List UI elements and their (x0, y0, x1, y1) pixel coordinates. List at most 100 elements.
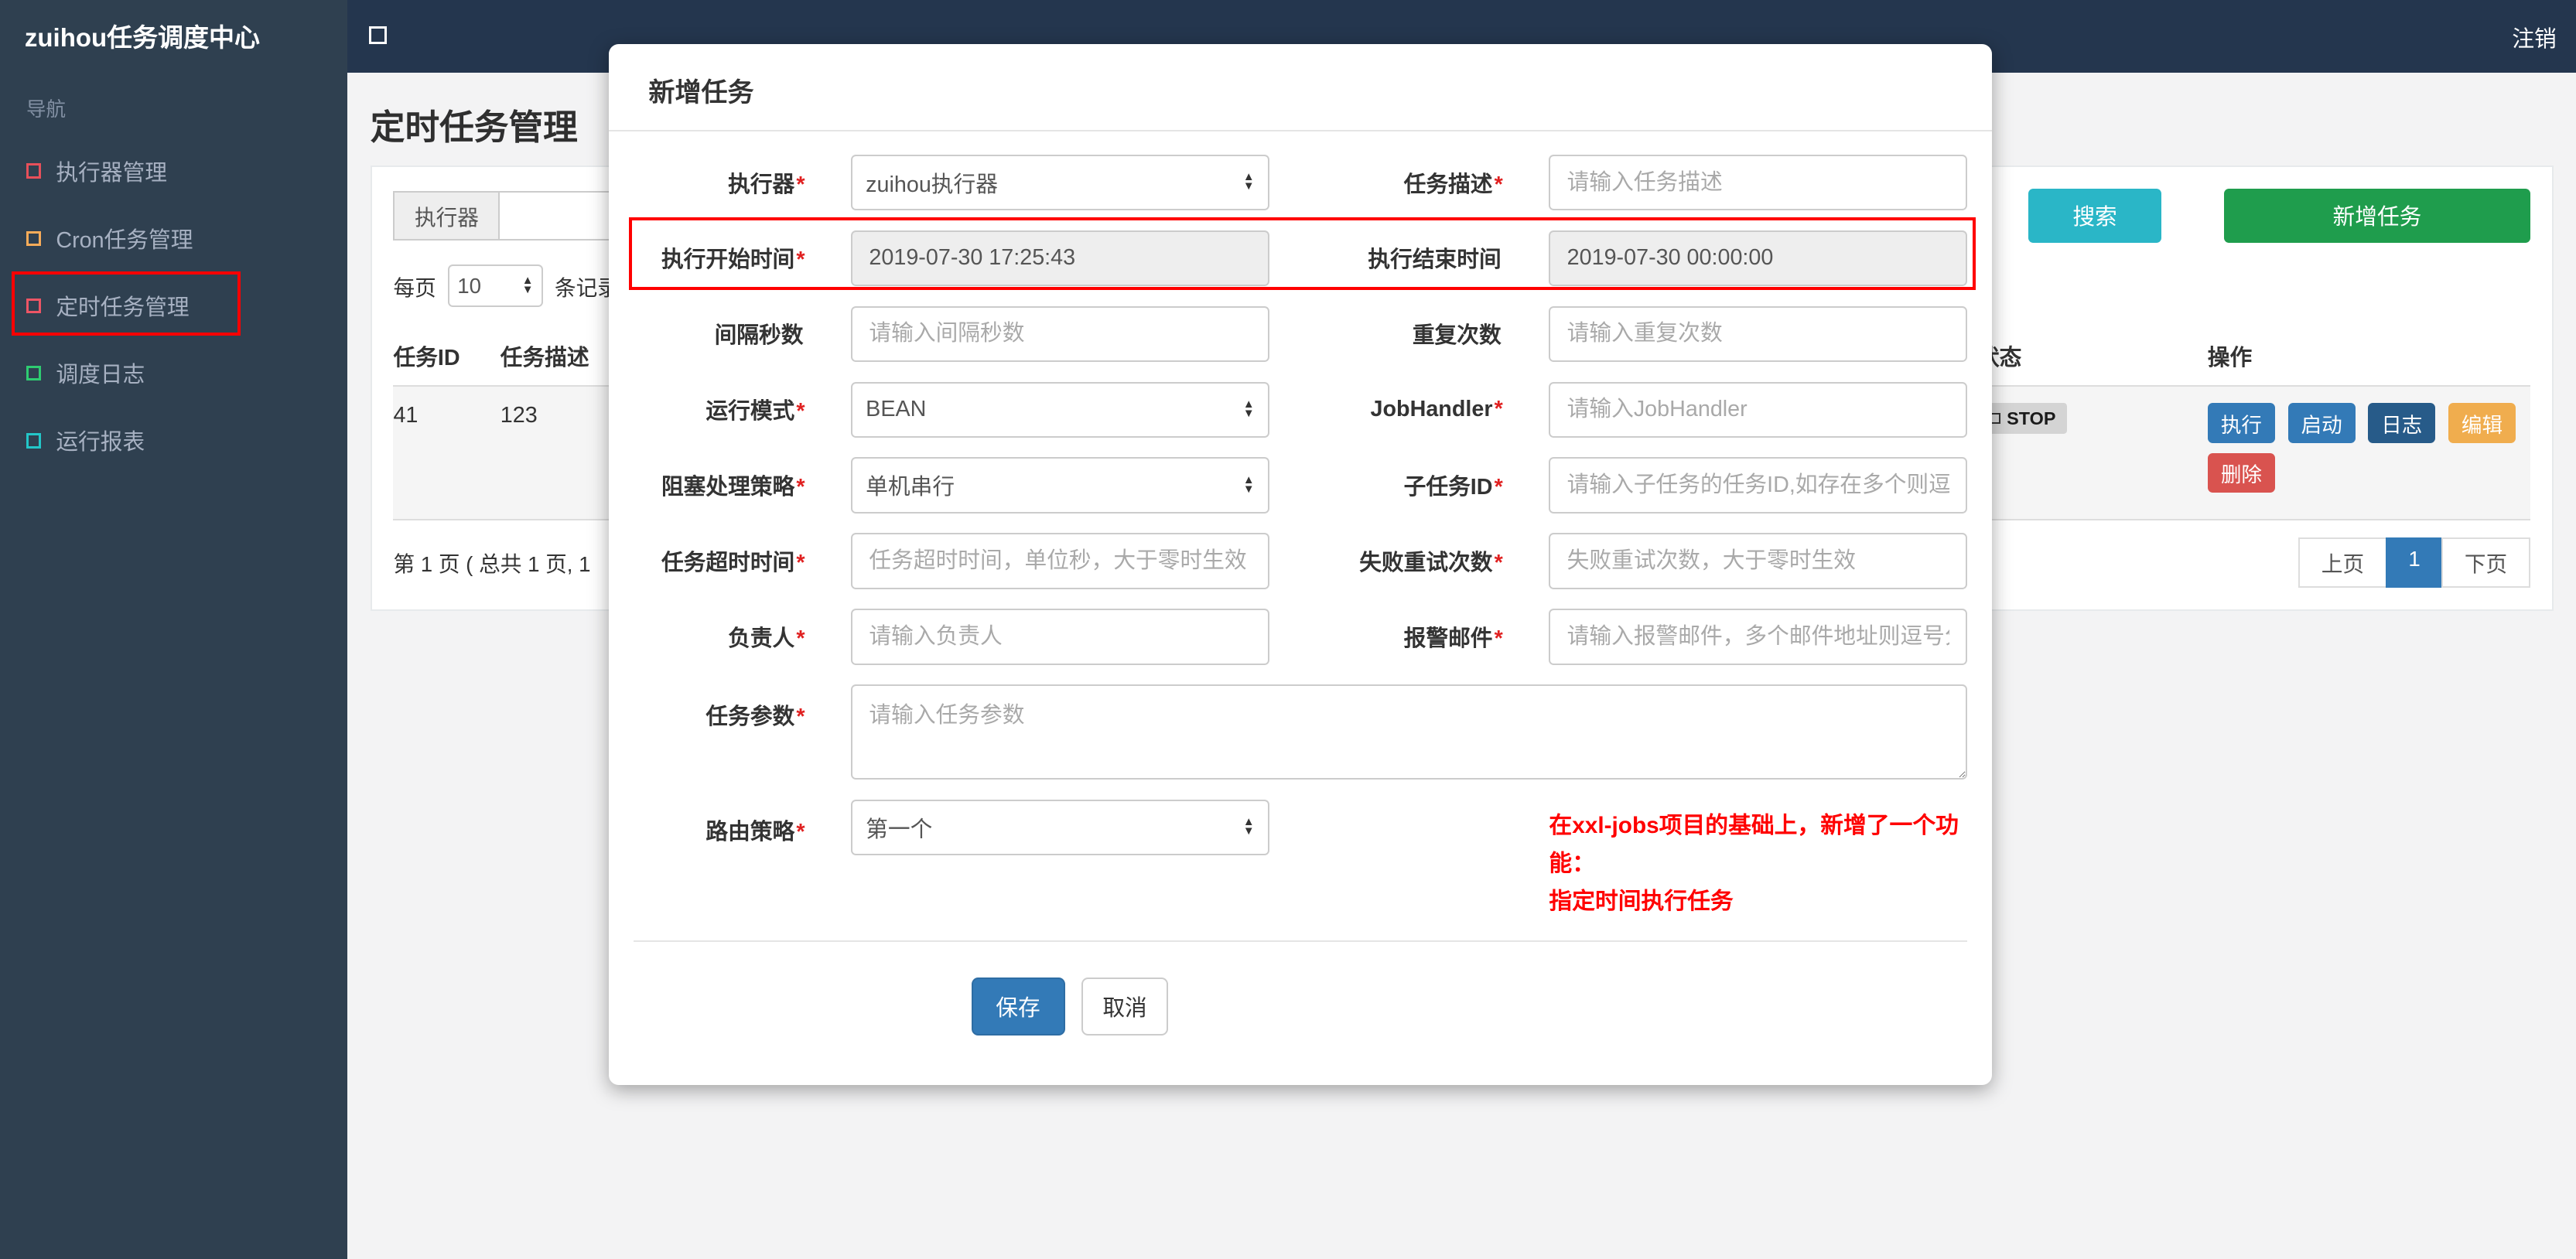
start-time-label: 执行开始时间 * (661, 247, 805, 273)
app-window: zuihou任务调度中心 注销 导航 执行器管理 Cron任务管理 定时任务管理… (0, 0, 2576, 1259)
select-arrows-icon: ▲▼ (1242, 816, 1255, 838)
modal-title: 新增任务 (609, 44, 1992, 132)
jobhandler-label: JobHandler * (1370, 397, 1503, 422)
sidebar-item-label: 执行器管理 (56, 160, 167, 186)
child-job-id-input[interactable] (1549, 457, 1967, 513)
square-icon (26, 298, 42, 314)
sidebar-item-scheduled-task-management[interactable]: 定时任务管理 (0, 272, 347, 339)
form-row: 执行开始时间* 执行结束时间 (609, 230, 1992, 287)
sidebar-item-label: Cron任务管理 (56, 227, 193, 253)
logout-link[interactable]: 注销 (2512, 22, 2556, 53)
delete-button[interactable]: 删除 (2207, 452, 2276, 493)
modal-body: 执行器* zuihou执行器 ▲▼ 任务描述* 执行开始时间* 执行结束时间 间… (609, 131, 1992, 920)
owner-input[interactable] (851, 609, 1269, 665)
per-page-select[interactable]: 10 ▲ ▼ (447, 264, 544, 308)
col-header-status: 状态 (1976, 345, 2022, 370)
end-time-input[interactable] (1549, 230, 1967, 287)
pagination-summary: 第 1 页 ( 总共 1 页, 1 (393, 552, 591, 577)
form-row: 路由策略 * 第一个 ▲ ▼ 在xxl-jobs项目的基础上，新增了一个功能： 指定… (609, 800, 1992, 920)
cancel-button[interactable]: 取消 (1081, 978, 1169, 1036)
owner-label: 负责人 * (728, 626, 805, 651)
sidebar-item-dispatch-log[interactable]: 调度日志 (0, 339, 347, 407)
job-desc-label: 任务描述 * (1403, 172, 1503, 197)
sidebar-item-label: 定时任务管理 (56, 295, 190, 320)
timeout-input[interactable] (851, 533, 1269, 589)
interval-seconds-label: 间隔秒数 (714, 323, 804, 349)
run-mode-select[interactable]: BEAN ▲ ▼ (851, 381, 1269, 438)
modal-footer: 保存 取消 (609, 942, 1992, 1085)
block-strategy-select[interactable]: 单机串行 ▲ ▼ (851, 457, 1269, 513)
square-icon (26, 366, 42, 381)
search-button[interactable]: 搜索 (2028, 188, 2162, 244)
select-value: 10 (457, 273, 482, 298)
sidebar: 导航 执行器管理 Cron任务管理 定时任务管理 调度日志 运行报表 (0, 72, 347, 1259)
child-job-id-label: 子任务ID * (1403, 475, 1503, 500)
col-header-job-id: 任务ID (393, 345, 460, 370)
sidebar-item-label: 调度日志 (56, 363, 145, 388)
edit-button[interactable]: 编辑 (2448, 403, 2516, 443)
sidebar-section-label: 导航 (26, 99, 67, 121)
select-value: 单机串行 (866, 475, 955, 500)
cell-status: STOP (1976, 403, 2208, 434)
run-mode-label: 运行模式 * (705, 399, 805, 425)
square-icon (26, 163, 42, 179)
job-params-label: 任务参数 * (705, 705, 805, 730)
add-task-button[interactable]: 新增任务 (2224, 188, 2530, 244)
add-task-modal: 新增任务 执行器* zuihou执行器 ▲▼ 任务描述* 执行开始时间* 执行结… (609, 44, 1992, 1085)
col-header-actions: 操作 (2207, 345, 2253, 370)
interval-seconds-input[interactable] (851, 305, 1269, 363)
route-strategy-label: 路由策略 * (705, 820, 805, 845)
job-desc-input[interactable] (1549, 154, 1967, 211)
page-1-button[interactable]: 1 (2385, 537, 2444, 588)
form-row: 执行器 * zuihou执行器 ▲ ▼ 任务描述 * (609, 154, 1992, 211)
alarm-email-label: 报警邮件 * (1403, 626, 1503, 651)
retry-count-label: 失败重试次数 * (1359, 550, 1503, 575)
pagination: 上页 1 下页 (2298, 537, 2530, 588)
sidebar-toggle-icon[interactable] (368, 26, 388, 45)
app-brand: zuihou任务调度中心 (0, 0, 347, 73)
repeat-count-input[interactable] (1549, 305, 1967, 363)
executor-label: 执行器 * (728, 172, 805, 197)
job-params-textarea[interactable] (851, 684, 1967, 780)
cell-job-id: 41 (393, 403, 419, 428)
start-time-input[interactable] (851, 230, 1269, 287)
sidebar-item-cron-task-management[interactable]: Cron任务管理 (0, 205, 347, 272)
per-page-prefix: 每页 (393, 275, 436, 300)
form-row: 阻塞处理策略 * 单机串行 ▲ ▼ 子任务ID * (609, 457, 1992, 513)
form-row: 间隔秒数 重复次数 (609, 305, 1992, 363)
select-value: zuihou执行器 (866, 172, 998, 197)
form-row: 任务参数 * (609, 684, 1992, 780)
save-button[interactable]: 保存 (971, 978, 1065, 1036)
sidebar-item-run-report[interactable]: 运行报表 (0, 407, 347, 474)
sidebar-item-label: 运行报表 (56, 430, 145, 455)
run-button[interactable]: 执行 (2207, 403, 2276, 443)
select-arrows-icon: ▲▼ (521, 274, 534, 296)
next-page-button[interactable]: 下页 (2441, 537, 2530, 588)
retry-count-input[interactable] (1549, 533, 1967, 589)
end-time-label: 执行结束时间 (1368, 247, 1502, 273)
select-arrows-icon: ▲▼ (1242, 398, 1255, 420)
select-value: BEAN (866, 397, 927, 422)
form-row: 运行模式 * BEAN ▲ ▼ JobHandler * (609, 381, 1992, 438)
sidebar-item-executor-management[interactable]: 执行器管理 (0, 137, 347, 204)
prev-page-button[interactable]: 上页 (2298, 537, 2387, 588)
executor-filter-label: 执行器 (393, 191, 499, 241)
repeat-count-label: 重复次数 (1412, 323, 1502, 349)
alarm-email-input[interactable] (1549, 609, 1967, 665)
select-arrows-icon: ▲▼ (1242, 473, 1255, 496)
jobhandler-input[interactable] (1549, 381, 1967, 438)
cell-actions: 执行 启动 日志 编辑 删除 (2207, 403, 2530, 503)
square-icon (26, 433, 42, 449)
feature-note: 在xxl-jobs项目的基础上，新增了一个功能： 指定时间执行任务 (1549, 812, 1959, 914)
select-value: 第一个 (866, 817, 933, 842)
executor-select[interactable]: zuihou执行器 ▲ ▼ (851, 154, 1269, 211)
select-arrows-icon: ▲▼ (1242, 171, 1255, 193)
route-strategy-select[interactable]: 第一个 ▲ ▼ (851, 800, 1269, 856)
timeout-label: 任务超时时间 * (661, 550, 805, 575)
square-icon (26, 230, 42, 246)
form-row: 任务超时时间* 失败重试次数* (609, 533, 1992, 589)
start-button[interactable]: 启动 (2287, 403, 2356, 443)
block-strategy-label: 阻塞处理策略 * (661, 475, 805, 500)
form-row: 负责人* 报警邮件* (609, 609, 1992, 665)
log-button[interactable]: 日志 (2368, 403, 2436, 443)
